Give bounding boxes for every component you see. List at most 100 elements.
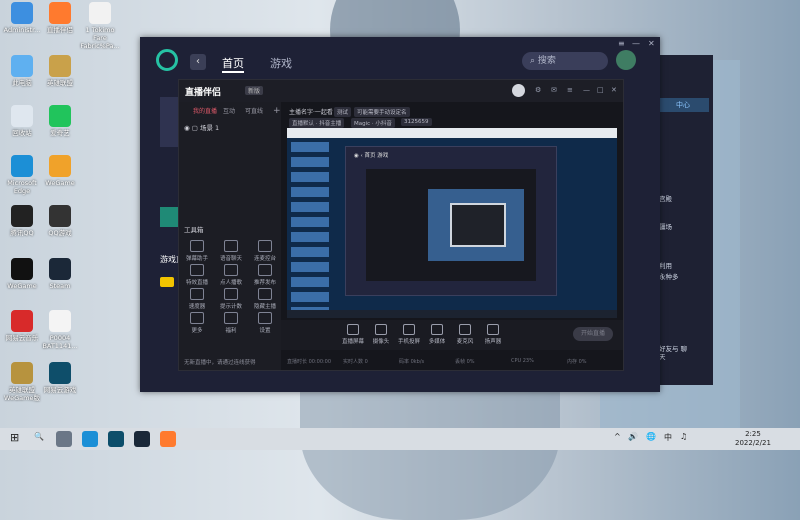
tool-button[interactable]: 速度器: [181, 288, 213, 310]
minimize-icon[interactable]: —: [583, 86, 590, 94]
desktop-icon[interactable]: P0004 BAT1141...: [38, 310, 82, 350]
tab-games[interactable]: 游戏: [270, 55, 292, 71]
yy-icon[interactable]: [160, 277, 174, 287]
tray-overflow-icon[interactable]: ^: [614, 432, 621, 441]
info-chip[interactable]: Magic · 小抖音: [351, 118, 395, 128]
banner-tile[interactable]: [160, 97, 180, 147]
control-button[interactable]: 多媒体: [423, 324, 451, 345]
iqiyi-icon: [49, 105, 71, 127]
desktop-icon[interactable]: 网易云游戏: [38, 362, 82, 394]
tool-label: 特效直播: [185, 280, 208, 286]
tool-label: 隐藏主播: [253, 304, 276, 310]
minimize-icon[interactable]: —: [632, 39, 640, 48]
tool-button[interactable]: 隐藏主播: [249, 288, 281, 310]
edge-icon[interactable]: [82, 431, 98, 447]
close-icon[interactable]: ✕: [648, 39, 655, 48]
scene-item[interactable]: ◉ ▢ 场景 1: [184, 122, 219, 132]
tab-home[interactable]: 首页: [222, 55, 244, 73]
game-icon: [49, 155, 71, 177]
control-button[interactable]: 麦克风: [451, 324, 479, 345]
network-icon[interactable]: 🌐: [646, 432, 656, 441]
control-button[interactable]: 直播屏幕: [339, 324, 367, 345]
message-icon[interactable]: ✉: [551, 86, 557, 94]
desktop-icon[interactable]: QQ游戏: [38, 205, 82, 237]
desktop-icon[interactable]: 直播伴侣: [38, 2, 82, 34]
nested-stream-window: [366, 169, 536, 281]
desktop-icon-label: 爱奇艺: [50, 129, 70, 137]
stream-app-header: 直播伴侣 新版 ⚙ ✉ ≡ — □ ✕: [179, 80, 623, 102]
settings-icon[interactable]: ⚙: [535, 86, 541, 94]
search-button[interactable]: 🔍: [34, 432, 44, 441]
menu-icon[interactable]: ≡: [567, 86, 573, 94]
clock[interactable]: 2:25 2022/2/21: [735, 430, 771, 448]
ime-icon[interactable]: 中: [664, 432, 672, 443]
music-tray-icon[interactable]: ♫: [680, 432, 687, 441]
status-item: 内存 0%: [567, 359, 587, 365]
app-header: ‹ 首页 游戏 ⌕ 搜索 ≡ — ✕: [140, 37, 660, 85]
stream-app-icon[interactable]: [160, 431, 176, 447]
side-tab-my-live[interactable]: 我的直播: [193, 106, 217, 115]
tool-button[interactable]: 推荐发布: [249, 264, 281, 286]
version-badge: 新版: [245, 86, 264, 95]
tool-button[interactable]: 更多: [181, 312, 213, 334]
tool-button[interactable]: 设置: [249, 312, 281, 334]
avatar[interactable]: [616, 50, 636, 70]
control-button[interactable]: 手机投屏: [395, 324, 423, 345]
stream-preview[interactable]: ◉ ‹ 首页 游戏: [287, 128, 617, 318]
tool-button[interactable]: 弹幕助手: [181, 240, 213, 262]
desktop-icon[interactable]: 英雄联盟: [38, 55, 82, 87]
desktop-icon[interactable]: WeGame: [38, 155, 82, 187]
desktop-icon[interactable]: Steam: [38, 258, 82, 290]
cloud-game-icon[interactable]: [108, 431, 124, 447]
control-button[interactable]: 摄像头: [367, 324, 395, 345]
control-label: 多媒体: [428, 339, 446, 345]
game-icon: [49, 55, 71, 77]
tool-label: 福利: [225, 328, 237, 334]
close-icon[interactable]: ✕: [611, 86, 617, 94]
tool-button[interactable]: 特效直播: [181, 264, 213, 286]
tool-button[interactable]: 点人播歌: [215, 264, 247, 286]
maximize-icon[interactable]: □: [597, 86, 604, 94]
qq-game-icon: [49, 205, 71, 227]
profile-avatar[interactable]: [512, 84, 525, 97]
bg-window-item: 永种多: [659, 273, 679, 281]
control-label: 扬声器: [484, 339, 502, 345]
tool-icon: [190, 240, 204, 252]
steam-icon[interactable]: [134, 431, 150, 447]
go-live-button[interactable]: 开始直播: [573, 327, 613, 341]
control-label: 麦克风: [456, 339, 474, 345]
side-tab-connect[interactable]: 可直线: [245, 106, 263, 115]
info-chip: 3125659: [401, 118, 432, 126]
info-chip[interactable]: 可能需要手动设定名: [354, 107, 410, 117]
info-chip[interactable]: 测试: [334, 107, 352, 117]
tool-icon: [258, 288, 272, 300]
tool-icon: [224, 312, 238, 324]
tool-button[interactable]: 连麦控台: [249, 240, 281, 262]
doc-icon: [49, 310, 71, 332]
control-button[interactable]: 扬声器: [479, 324, 507, 345]
add-scene-button[interactable]: +: [273, 106, 281, 116]
bg-window-friends[interactable]: 好友与 聊天: [659, 345, 689, 361]
banner-tile[interactable]: [160, 207, 180, 227]
status-bar: 直播时长 00:00:00 实时人数 0 码率 0kb/s 丢帧 0% CPU 23% 内…: [281, 352, 623, 370]
tool-button[interactable]: 福利: [215, 312, 247, 334]
status-item: 码率 0kb/s: [399, 359, 425, 365]
stream-app-window: 直播伴侣 新版 ⚙ ✉ ≡ — □ ✕ 我的直播 互动 可直线 + ◉ ▢ 场景…: [178, 79, 624, 371]
task-view-icon[interactable]: [56, 431, 72, 447]
info-chip[interactable]: 直播默认 · 抖音主播: [289, 118, 345, 128]
desktop-icon[interactable]: 爱奇艺: [38, 105, 82, 137]
back-button[interactable]: ‹: [190, 54, 206, 70]
background-window[interactable]: 中心 宫殿 疆场 利用 永种多 好友与 聊天: [655, 55, 713, 385]
start-button[interactable]: ⊞: [10, 431, 19, 444]
tool-button[interactable]: 语音聊天: [215, 240, 247, 262]
search-input[interactable]: ⌕ 搜索: [522, 52, 608, 70]
desktop-icon[interactable]: 1 Tokimo Fare Fabric%Pa...: [78, 2, 122, 50]
menu-icon[interactable]: ≡: [618, 39, 625, 48]
file-icon: [89, 2, 111, 24]
tool-icon: [190, 288, 204, 300]
preview-desktop-icons: [291, 142, 329, 310]
side-tab-interact[interactable]: 互动: [223, 106, 235, 115]
tools-title: 工具箱: [184, 226, 204, 234]
volume-icon[interactable]: 🔊: [628, 432, 638, 441]
tool-button[interactable]: 提示计数: [215, 288, 247, 310]
